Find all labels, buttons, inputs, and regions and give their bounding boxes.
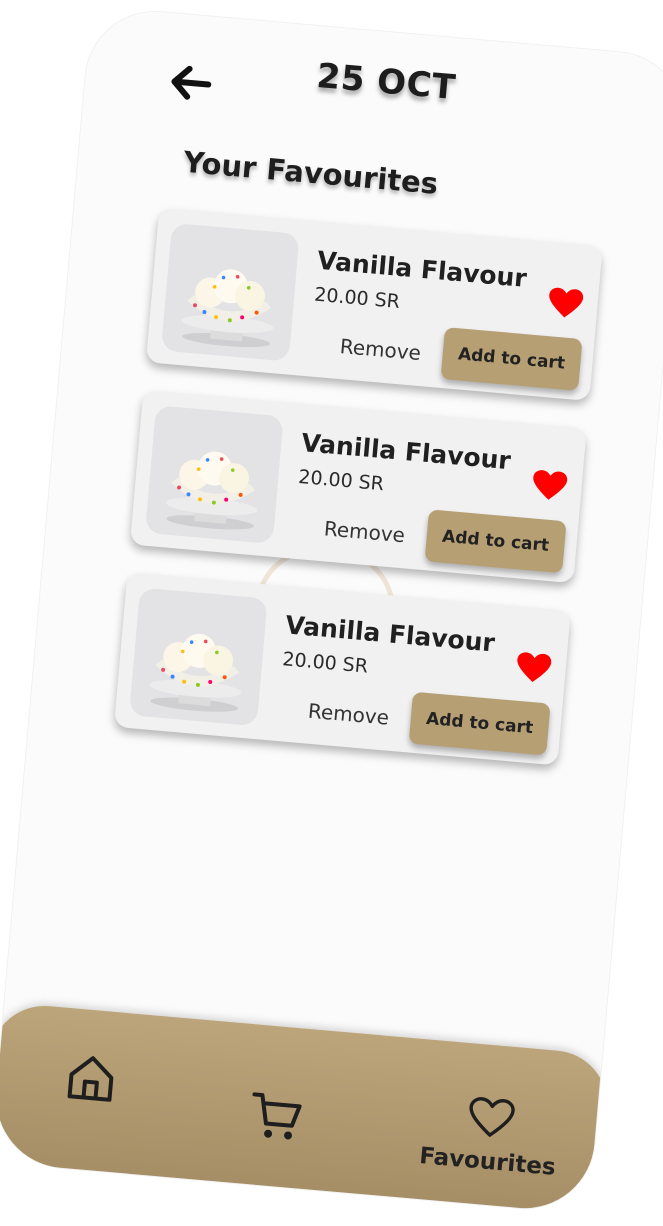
favourites-list: Vanilla Flavour 20.00 SR Remove Add to c…: [112, 207, 603, 794]
add-to-cart-button[interactable]: Add to cart: [408, 691, 551, 756]
add-to-cart-button[interactable]: Add to cart: [440, 327, 583, 391]
remove-button[interactable]: Remove: [307, 699, 390, 730]
add-to-cart-button[interactable]: Add to cart: [424, 509, 567, 574]
remove-button[interactable]: Remove: [339, 334, 422, 365]
favourite-toggle[interactable]: [530, 468, 569, 503]
ice-cream-bowl-image: [129, 587, 268, 727]
favourite-card: Vanilla Flavour 20.00 SR Remove Add to c…: [129, 390, 587, 584]
remove-button[interactable]: Remove: [323, 516, 406, 547]
heart-filled-icon: [533, 470, 568, 500]
product-image: [160, 222, 300, 362]
favourite-toggle[interactable]: [546, 286, 585, 321]
favourite-card: Vanilla Flavour 20.00 SR Remove Add to c…: [113, 572, 571, 766]
cart-icon: [252, 1092, 302, 1140]
product-price: 20.00 SR: [313, 283, 401, 313]
date-title: 25 OCT: [315, 56, 458, 109]
bottom-navigation: Favourites: [0, 1001, 613, 1214]
product-price: 20.00 SR: [281, 648, 369, 678]
nav-home[interactable]: [61, 1048, 122, 1109]
phone-screen: 25 OCT Your Favourites Vanilla Flavour 2…: [0, 6, 663, 1214]
ice-cream-bowl-image: [144, 405, 284, 544]
favourite-card: Vanilla Flavour 20.00 SR Remove Add to c…: [145, 207, 603, 401]
heart-filled-icon: [517, 652, 552, 683]
header: 25 OCT: [82, 6, 663, 168]
section-title: Your Favourites: [181, 144, 440, 201]
ice-cream-bowl-image: [160, 222, 300, 362]
heart-filled-icon: [549, 287, 584, 318]
nav-cart[interactable]: [246, 1086, 307, 1147]
home-icon: [67, 1056, 114, 1102]
heart-outline-icon: [469, 1097, 515, 1137]
nav-favourites-label: Favourites: [418, 1143, 557, 1181]
product-image: [144, 405, 284, 544]
favourite-toggle[interactable]: [514, 651, 553, 686]
product-image: [129, 587, 268, 727]
nav-favourites[interactable]: Favourites: [410, 1091, 568, 1204]
product-price: 20.00 SR: [297, 465, 385, 496]
